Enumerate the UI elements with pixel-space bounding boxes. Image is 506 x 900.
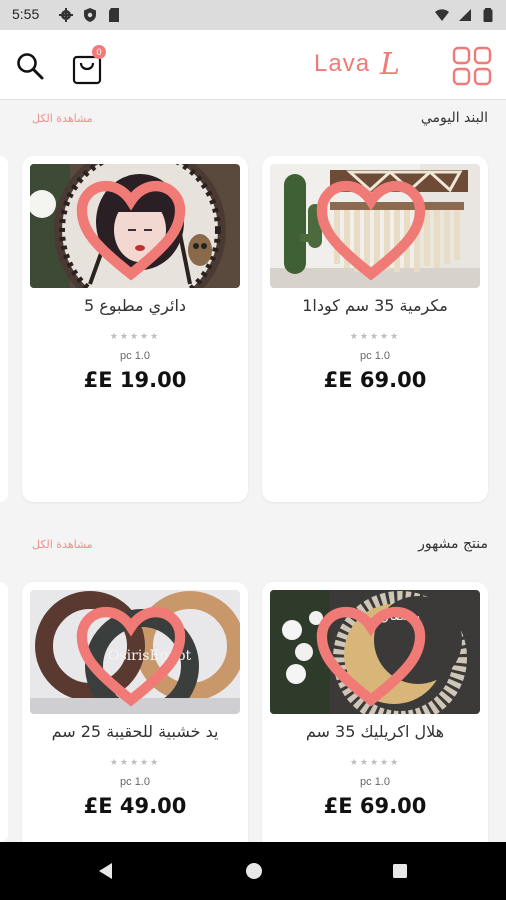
- product-price: £E 69.00: [323, 368, 427, 392]
- rating-stars: ★★★★★: [109, 758, 161, 768]
- product-unit: pc 1.0: [360, 350, 390, 362]
- view-all-link[interactable]: مشاهدة الكل: [32, 538, 93, 551]
- brand-logo: Lava L: [314, 46, 400, 82]
- view-all-link[interactable]: مشاهدة الكل: [32, 112, 93, 125]
- settings-icon: [59, 8, 73, 22]
- heart-icon[interactable]: [30, 168, 236, 288]
- brand-mark: L: [380, 46, 400, 82]
- product-name: دائري مطبوع 5: [83, 296, 187, 315]
- status-time: 5:55: [12, 6, 40, 22]
- product-unit: pc 1.0: [120, 776, 150, 788]
- heart-icon[interactable]: [30, 594, 236, 714]
- product-card[interactable]: OsirisEgypt يد خشبية للحقيبة 25 سم ★★★★★…: [22, 582, 248, 852]
- product-name: مكرمية 35 سم كودا1: [302, 296, 448, 315]
- product-card[interactable]: مكرمية 35 سم كودا1 ★★★★★ pc 1.0 £E 69.00: [262, 156, 488, 502]
- shield-icon: [84, 8, 96, 22]
- battery-icon: [483, 8, 493, 22]
- system-nav-bar: [0, 842, 506, 900]
- partial-product-card[interactable]: [0, 156, 8, 502]
- heart-icon[interactable]: [270, 594, 476, 714]
- rating-stars: ★★★★★: [109, 332, 161, 342]
- product-card[interactable]: رمضان هلال اكريليك 35 سم ★★★★★ pc 1.0 £E…: [262, 582, 488, 852]
- product-image[interactable]: OsirisEgypt: [30, 590, 240, 714]
- heart-icon[interactable]: [270, 168, 476, 288]
- product-image[interactable]: [270, 164, 480, 288]
- rating-stars: ★★★★★: [349, 332, 401, 342]
- product-name: هلال اكريليك 35 سم: [305, 722, 445, 741]
- product-unit: pc 1.0: [360, 776, 390, 788]
- partial-product-card[interactable]: [0, 582, 8, 842]
- status-bar: 5:55: [0, 0, 506, 30]
- product-price: £E 49.00: [83, 794, 187, 818]
- brand-text: Lava: [314, 50, 371, 77]
- signal-icon: [459, 9, 471, 21]
- product-name: يد خشبية للحقيبة 25 سم: [51, 722, 219, 741]
- product-card[interactable]: دائري مطبوع 5 ★★★★★ pc 1.0 £E 19.00: [22, 156, 248, 502]
- recent-apps-icon[interactable]: [390, 861, 410, 881]
- section-title: منتج مشهور: [418, 536, 488, 552]
- section-header-popular: منتج مشهور مشاهدة الكل: [0, 530, 506, 560]
- wifi-icon: [435, 9, 449, 21]
- product-image[interactable]: [30, 164, 240, 288]
- home-icon[interactable]: [244, 861, 264, 881]
- rating-stars: ★★★★★: [349, 758, 401, 768]
- product-image[interactable]: رمضان: [270, 590, 480, 714]
- categories-grid-icon[interactable]: [452, 46, 492, 86]
- app-header: 0 Lava L: [0, 30, 506, 100]
- back-icon[interactable]: [96, 861, 116, 881]
- section-header-daily: البند اليومي مشاهدة الكل: [0, 104, 506, 134]
- sd-card-icon: [109, 8, 119, 22]
- cart-badge: 0: [92, 45, 106, 59]
- product-price: £E 69.00: [323, 794, 427, 818]
- product-unit: pc 1.0: [120, 350, 150, 362]
- product-price: £E 19.00: [83, 368, 187, 392]
- search-icon[interactable]: [14, 50, 46, 82]
- section-title: البند اليومي: [420, 110, 488, 126]
- cart-button[interactable]: 0: [70, 45, 106, 87]
